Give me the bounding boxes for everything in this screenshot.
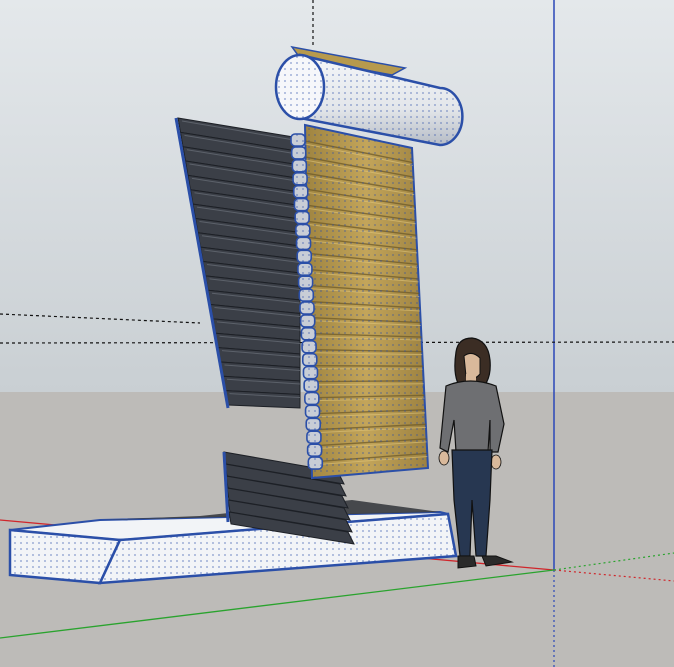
gold-slat-panel[interactable] [303,123,430,480]
sketchup-3d-viewport[interactable] [0,0,674,667]
scene-canvas[interactable] [0,0,674,667]
